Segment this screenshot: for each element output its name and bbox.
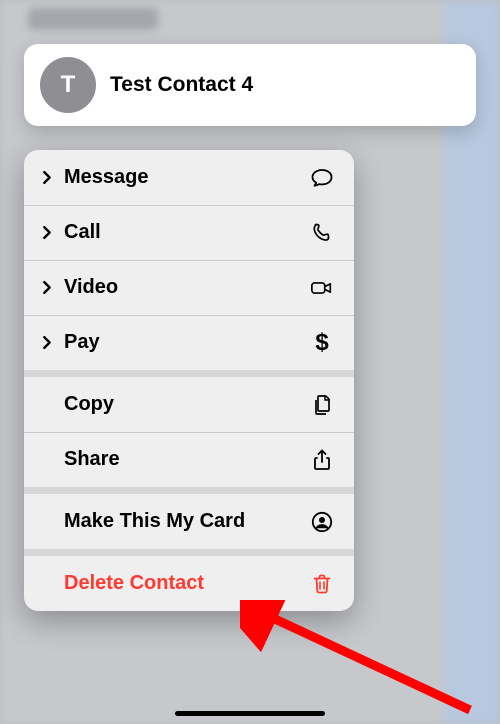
menu-item-share[interactable]: Share: [24, 432, 354, 487]
menu-label: Make This My Card: [64, 510, 308, 533]
menu-section-actions: Message Call Video: [24, 150, 354, 370]
menu-label: Copy: [64, 393, 308, 416]
menu-section-share: Copy Share: [24, 370, 354, 487]
contact-card[interactable]: T Test Contact 4: [24, 44, 476, 126]
share-icon: [308, 448, 336, 472]
menu-label: Pay: [64, 331, 308, 354]
person-circle-icon: [308, 510, 336, 534]
contact-name: Test Contact 4: [110, 73, 253, 97]
dollar-icon: $: [308, 329, 336, 357]
menu-item-call[interactable]: Call: [24, 205, 354, 260]
chevron-right-icon: [42, 225, 64, 240]
phone-icon: [308, 221, 336, 245]
menu-section-card: Make This My Card: [24, 487, 354, 549]
context-menu: Message Call Video: [24, 150, 354, 611]
menu-label: Delete Contact: [64, 572, 308, 595]
menu-label: Share: [64, 448, 308, 471]
chevron-right-icon: [42, 280, 64, 295]
chevron-right-icon: [42, 170, 64, 185]
copy-icon: [308, 393, 336, 417]
menu-item-delete-contact[interactable]: Delete Contact: [24, 556, 354, 611]
menu-item-make-my-card[interactable]: Make This My Card: [24, 494, 354, 549]
avatar: T: [40, 57, 96, 113]
blurred-header-text: [28, 8, 158, 30]
trash-icon: [308, 572, 336, 596]
chevron-right-icon: [42, 335, 64, 350]
menu-item-pay[interactable]: Pay $: [24, 315, 354, 370]
menu-label: Video: [64, 276, 308, 299]
menu-section-destructive: Delete Contact: [24, 549, 354, 611]
menu-item-video[interactable]: Video: [24, 260, 354, 315]
menu-label: Call: [64, 221, 308, 244]
menu-item-copy[interactable]: Copy: [24, 377, 354, 432]
video-camera-icon: [308, 276, 336, 300]
speech-bubble-icon: [308, 166, 336, 190]
menu-label: Message: [64, 166, 308, 189]
menu-item-message[interactable]: Message: [24, 150, 354, 205]
home-indicator[interactable]: [175, 711, 325, 716]
